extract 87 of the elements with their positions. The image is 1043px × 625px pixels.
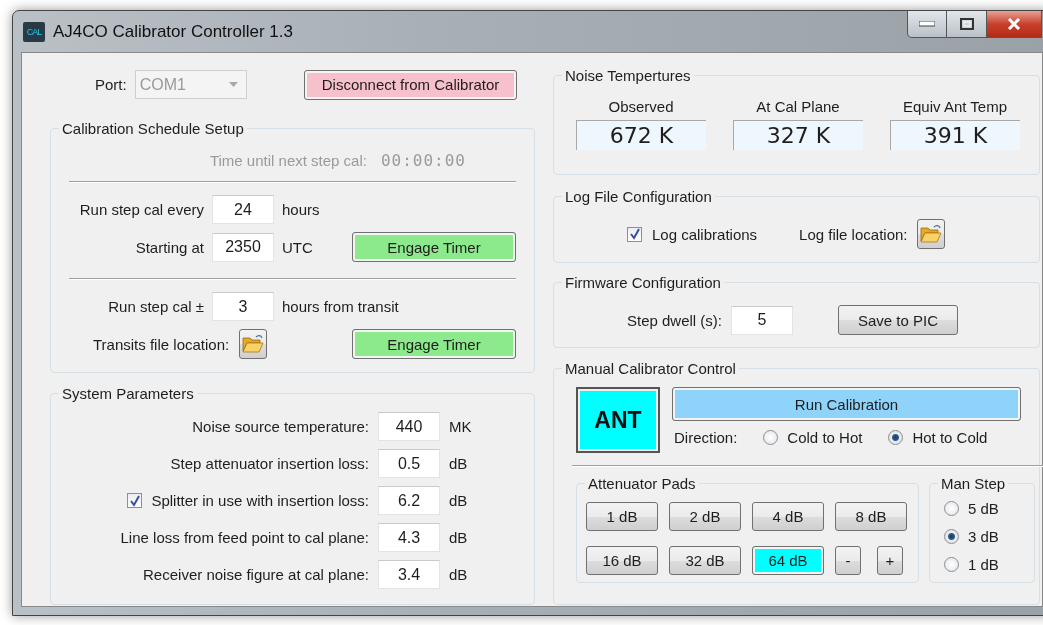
radio-button[interactable]: [944, 501, 959, 516]
field-label: Step dwell (s):: [627, 311, 723, 329]
text-field[interactable]: 3.4: [378, 560, 440, 589]
param-label: Line loss from feed point to cal plane:: [120, 529, 369, 546]
save-button[interactable]: Save to PIC: [838, 305, 959, 335]
port-label: Port:: [95, 76, 127, 93]
unit-label: dB: [449, 566, 469, 583]
param-label: Step attenuator insertion loss:: [170, 455, 369, 472]
text-field[interactable]: 6.2: [378, 486, 440, 515]
state-indicator: ANT: [576, 387, 660, 453]
pad-button[interactable]: 1 dB: [586, 502, 658, 531]
unit-label: dB: [449, 529, 469, 546]
window-title: AJ4CO Calibrator Controller 1.3: [53, 21, 293, 42]
pad-button[interactable]: 2 dB: [669, 502, 741, 531]
group-title: Man Step: [941, 475, 1006, 492]
group-title: System Parameters: [62, 385, 194, 402]
checkbox-label: Log calibrations: [652, 225, 758, 243]
close-button[interactable]: [987, 11, 1042, 38]
field-label: Run step cal ±: [108, 298, 204, 315]
field-label: Transits file location:: [93, 335, 230, 353]
text-field[interactable]: 3: [212, 292, 274, 321]
field-label: Starting at: [135, 238, 204, 256]
group-title: Log File Configuration: [565, 188, 712, 205]
pad-button[interactable]: 16 dB: [586, 546, 658, 575]
radio-button[interactable]: [763, 430, 779, 445]
unit-label: hours: [282, 201, 321, 218]
group-title: Noise Tempertures: [565, 67, 691, 84]
engage-timer-button[interactable]: Engage Timer: [352, 329, 516, 359]
countdown-value: 00:00:00: [380, 150, 466, 170]
text-field[interactable]: 440: [378, 412, 440, 441]
step-button[interactable]: -: [835, 546, 861, 575]
group-title: Firmware Configuration: [565, 274, 721, 291]
pad-button[interactable]: 4 dB: [752, 502, 824, 531]
checkbox[interactable]: [127, 493, 143, 508]
minimize-icon: [919, 21, 935, 27]
direction-label: Direction:: [674, 429, 738, 446]
radio-label: 5 dB: [968, 500, 999, 517]
param-label: Receiver noise figure at cal plane:: [143, 566, 369, 583]
readout-label: Equiv Ant Temp: [903, 98, 1007, 115]
readout-label: At Cal Plane: [756, 98, 840, 115]
browse-button[interactable]: [239, 329, 268, 359]
radio-label: Hot to Cold: [912, 429, 988, 446]
close-icon: [1007, 18, 1021, 30]
field-label: Run step cal every: [79, 201, 204, 218]
text-field[interactable]: 4.3: [378, 523, 440, 552]
dropdown-arrow-icon: [228, 82, 238, 87]
readout-value: 391 K: [890, 120, 1020, 150]
pad-button[interactable]: 64 dB: [752, 546, 824, 575]
unit-label: MK: [449, 418, 473, 435]
app-icon: CAL: [23, 21, 45, 42]
radio-label: Cold to Hot: [787, 429, 863, 446]
folder-icon: [920, 224, 943, 244]
radio-button[interactable]: [944, 529, 959, 544]
unit-label: dB: [449, 455, 469, 472]
group-title: Calibration Schedule Setup: [62, 120, 244, 137]
field-label: Log file location:: [799, 225, 908, 243]
group-title: Attenuator Pads: [588, 475, 696, 492]
minimize-button[interactable]: [907, 11, 947, 38]
readout-label: Observed: [608, 98, 674, 115]
readout-value: 327 K: [733, 120, 863, 150]
maximize-button[interactable]: [947, 11, 987, 38]
radio-label: 3 dB: [968, 528, 999, 545]
maximize-icon: [959, 18, 974, 30]
step-button[interactable]: +: [877, 546, 903, 575]
unit-label: dB: [449, 492, 469, 509]
radio-button[interactable]: [944, 557, 959, 572]
browse-button[interactable]: [917, 219, 946, 249]
radio-button[interactable]: [888, 430, 904, 445]
text-field[interactable]: 24: [212, 195, 274, 224]
checkbox[interactable]: [627, 226, 642, 242]
disconnect-button[interactable]: Disconnect from Calibrator: [304, 69, 517, 100]
folder-icon: [242, 334, 265, 354]
unit-label: UTC: [282, 238, 314, 256]
text-field[interactable]: 2350: [212, 232, 274, 262]
run-calibration-button[interactable]: Run Calibration: [672, 387, 1021, 421]
readout-value: 672 K: [576, 120, 706, 150]
engage-timer-button[interactable]: Engage Timer: [352, 232, 516, 262]
text-field[interactable]: 5: [731, 305, 794, 335]
unit-label: hours from transit: [282, 298, 400, 315]
pad-button[interactable]: 8 dB: [835, 502, 907, 531]
countdown-label: Time until next step cal:: [209, 151, 367, 169]
group-title: Manual Calibrator Control: [565, 360, 736, 377]
param-label: Splitter in use with insertion loss:: [151, 492, 369, 509]
radio-label: 1 dB: [968, 556, 999, 573]
pad-button[interactable]: 32 dB: [669, 546, 741, 575]
text-field[interactable]: 0.5: [378, 449, 440, 478]
param-label: Noise source temperature:: [192, 418, 369, 435]
